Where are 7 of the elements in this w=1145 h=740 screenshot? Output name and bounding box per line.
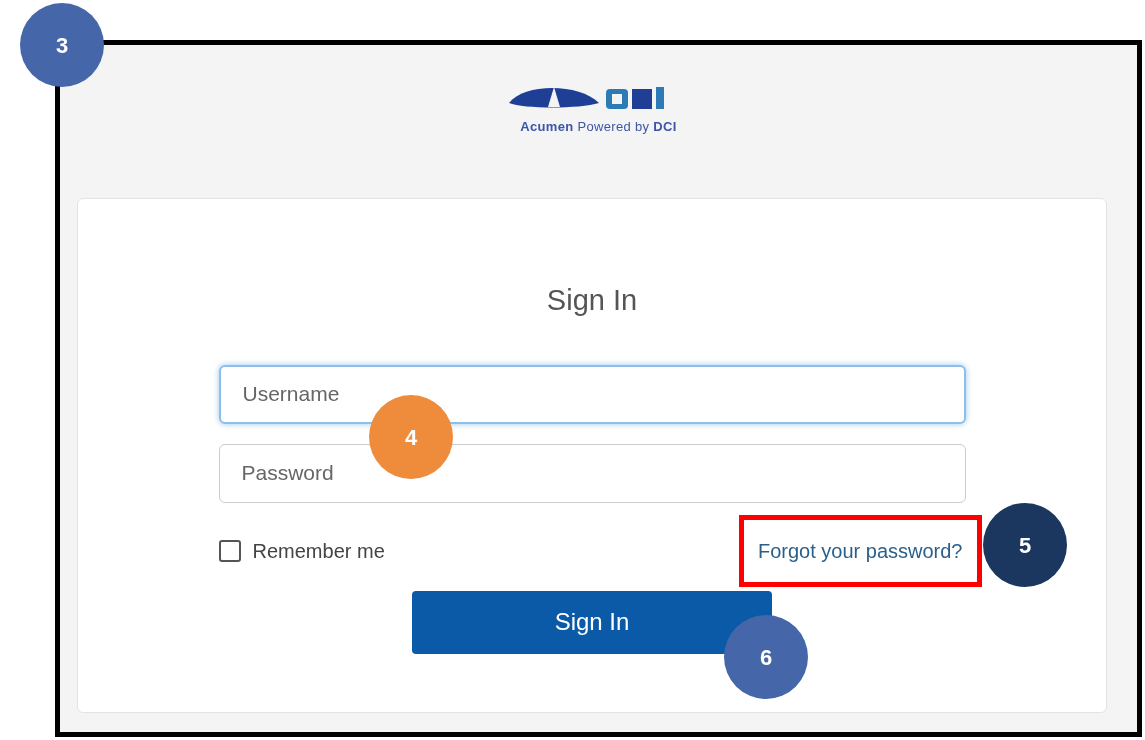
checkbox[interactable] xyxy=(218,539,241,562)
callout-badge: 3 xyxy=(20,3,104,87)
input-field[interactable]: Username xyxy=(218,364,966,424)
logo-caption: Acumen Powered by DCI xyxy=(520,118,677,136)
forgot-password-link[interactable]: Forgot your password? xyxy=(757,539,963,562)
checkbox-label: Remember me xyxy=(252,538,385,564)
card-title: Sign In xyxy=(546,283,638,318)
